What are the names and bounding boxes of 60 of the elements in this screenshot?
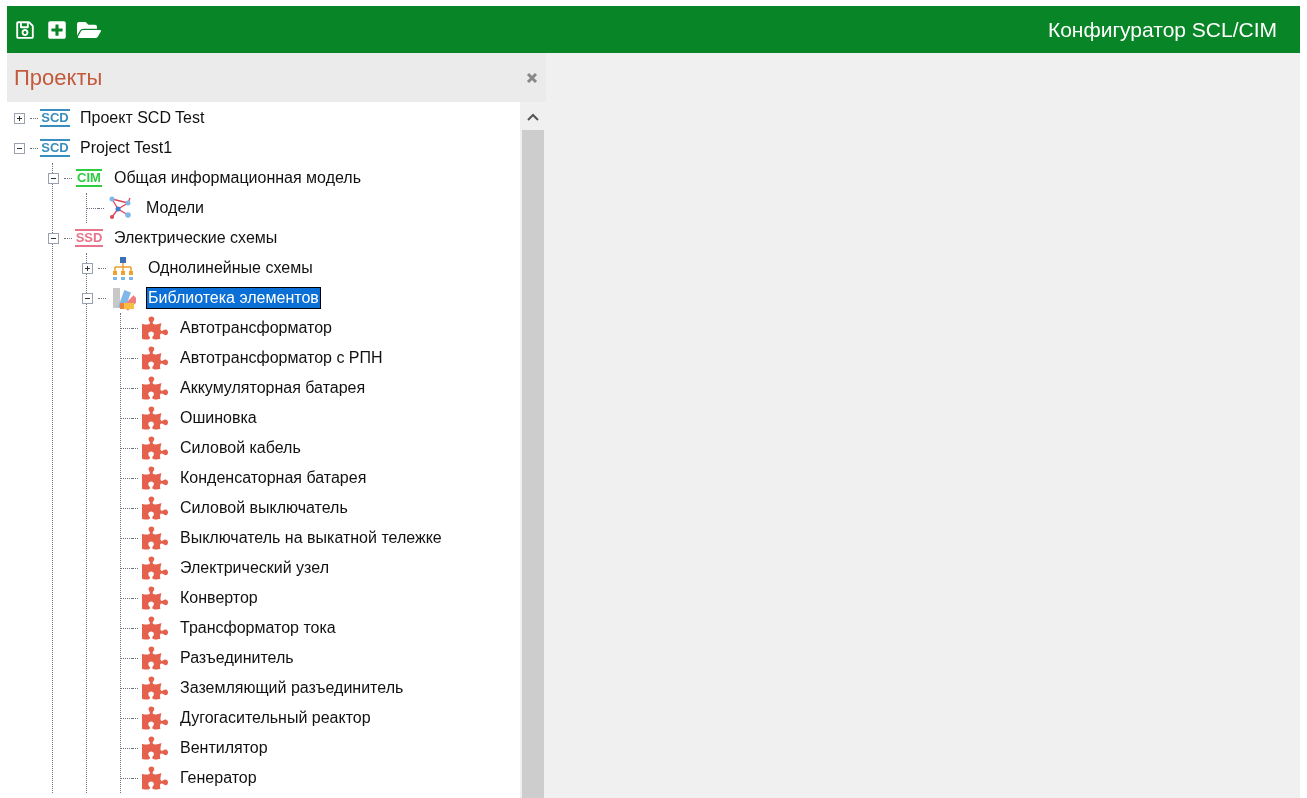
badge-label: CIM <box>76 169 102 187</box>
tree-item[interactable]: Электрический узел <box>178 557 331 579</box>
tree-item[interactable]: Библиотека элементов <box>146 287 321 309</box>
tree-item[interactable]: Конвертор <box>178 587 260 609</box>
tree-item[interactable]: Аккумуляторная батарея <box>178 377 368 399</box>
puzzle-icon <box>142 315 168 341</box>
tree-item[interactable]: Дугогасительный реактор <box>178 707 373 729</box>
badge-label: SCD <box>40 139 70 157</box>
badge-label: SCD <box>40 109 70 127</box>
tree-item[interactable]: Конденсаторная батарея <box>178 467 369 489</box>
close-icon[interactable] <box>526 71 538 84</box>
scroll-up-icon[interactable] <box>527 113 539 121</box>
add-icon[interactable] <box>47 19 67 40</box>
tree-item[interactable]: Разъединитель <box>178 647 296 669</box>
tree-item[interactable]: Ошиновка <box>178 407 259 429</box>
collapse-toggle[interactable] <box>47 232 59 244</box>
tree-item[interactable]: Вентилятор <box>178 737 270 759</box>
puzzle-icon <box>142 405 168 431</box>
tree-item[interactable]: Заземляющий разъединитель <box>178 677 406 699</box>
badge-label: SSD <box>74 229 104 247</box>
tree-item[interactable]: Трансформатор тока <box>178 617 338 639</box>
tree-item[interactable]: Модели <box>144 197 207 219</box>
tree-item[interactable]: Проект SCD Test <box>78 107 207 129</box>
tree-item[interactable]: Электрические схемы <box>112 227 280 249</box>
save-icon[interactable] <box>15 19 35 40</box>
puzzle-icon <box>142 615 168 641</box>
tree-item[interactable]: Генератор <box>178 767 259 789</box>
tree-item[interactable]: Project Test1 <box>78 137 175 159</box>
puzzle-icon <box>142 345 168 371</box>
hierarchy-icon <box>110 255 136 281</box>
tree-item[interactable]: Выключатель на выкатной тележке <box>178 527 444 549</box>
puzzle-icon <box>142 675 168 701</box>
puzzle-icon <box>142 465 168 491</box>
expand-toggle[interactable] <box>81 262 93 274</box>
puzzle-icon <box>142 645 168 671</box>
collapse-toggle[interactable] <box>13 142 25 154</box>
puzzle-icon <box>142 765 168 791</box>
puzzle-icon <box>142 735 168 761</box>
puzzle-icon <box>142 495 168 521</box>
tree-item[interactable]: Автотрансформатор <box>178 317 334 339</box>
puzzle-icon <box>142 585 168 611</box>
scroll-thumb[interactable] <box>522 130 544 798</box>
color-swatches-icon <box>110 285 136 311</box>
collapse-toggle[interactable] <box>47 172 59 184</box>
tree-item[interactable]: Общая информационная модель <box>112 167 363 189</box>
tree-item[interactable]: Силовой кабель <box>178 437 303 459</box>
puzzle-icon <box>142 525 168 551</box>
tree-item[interactable]: Однолинейные схемы <box>146 257 315 279</box>
tree-item[interactable]: Силовой выключатель <box>178 497 350 519</box>
puzzle-icon <box>142 435 168 461</box>
network-icon <box>108 195 134 221</box>
puzzle-icon <box>142 705 168 731</box>
panel-title: Проекты <box>14 64 104 92</box>
collapse-toggle[interactable] <box>81 292 93 304</box>
expand-toggle[interactable] <box>13 112 25 124</box>
scrollbar[interactable] <box>520 102 546 798</box>
window-title: Конфигуратор SCL/CIM <box>1047 16 1277 43</box>
puzzle-icon <box>142 375 168 401</box>
tree-item[interactable]: Автотрансформатор с РПН <box>178 347 385 369</box>
puzzle-icon <box>142 555 168 581</box>
